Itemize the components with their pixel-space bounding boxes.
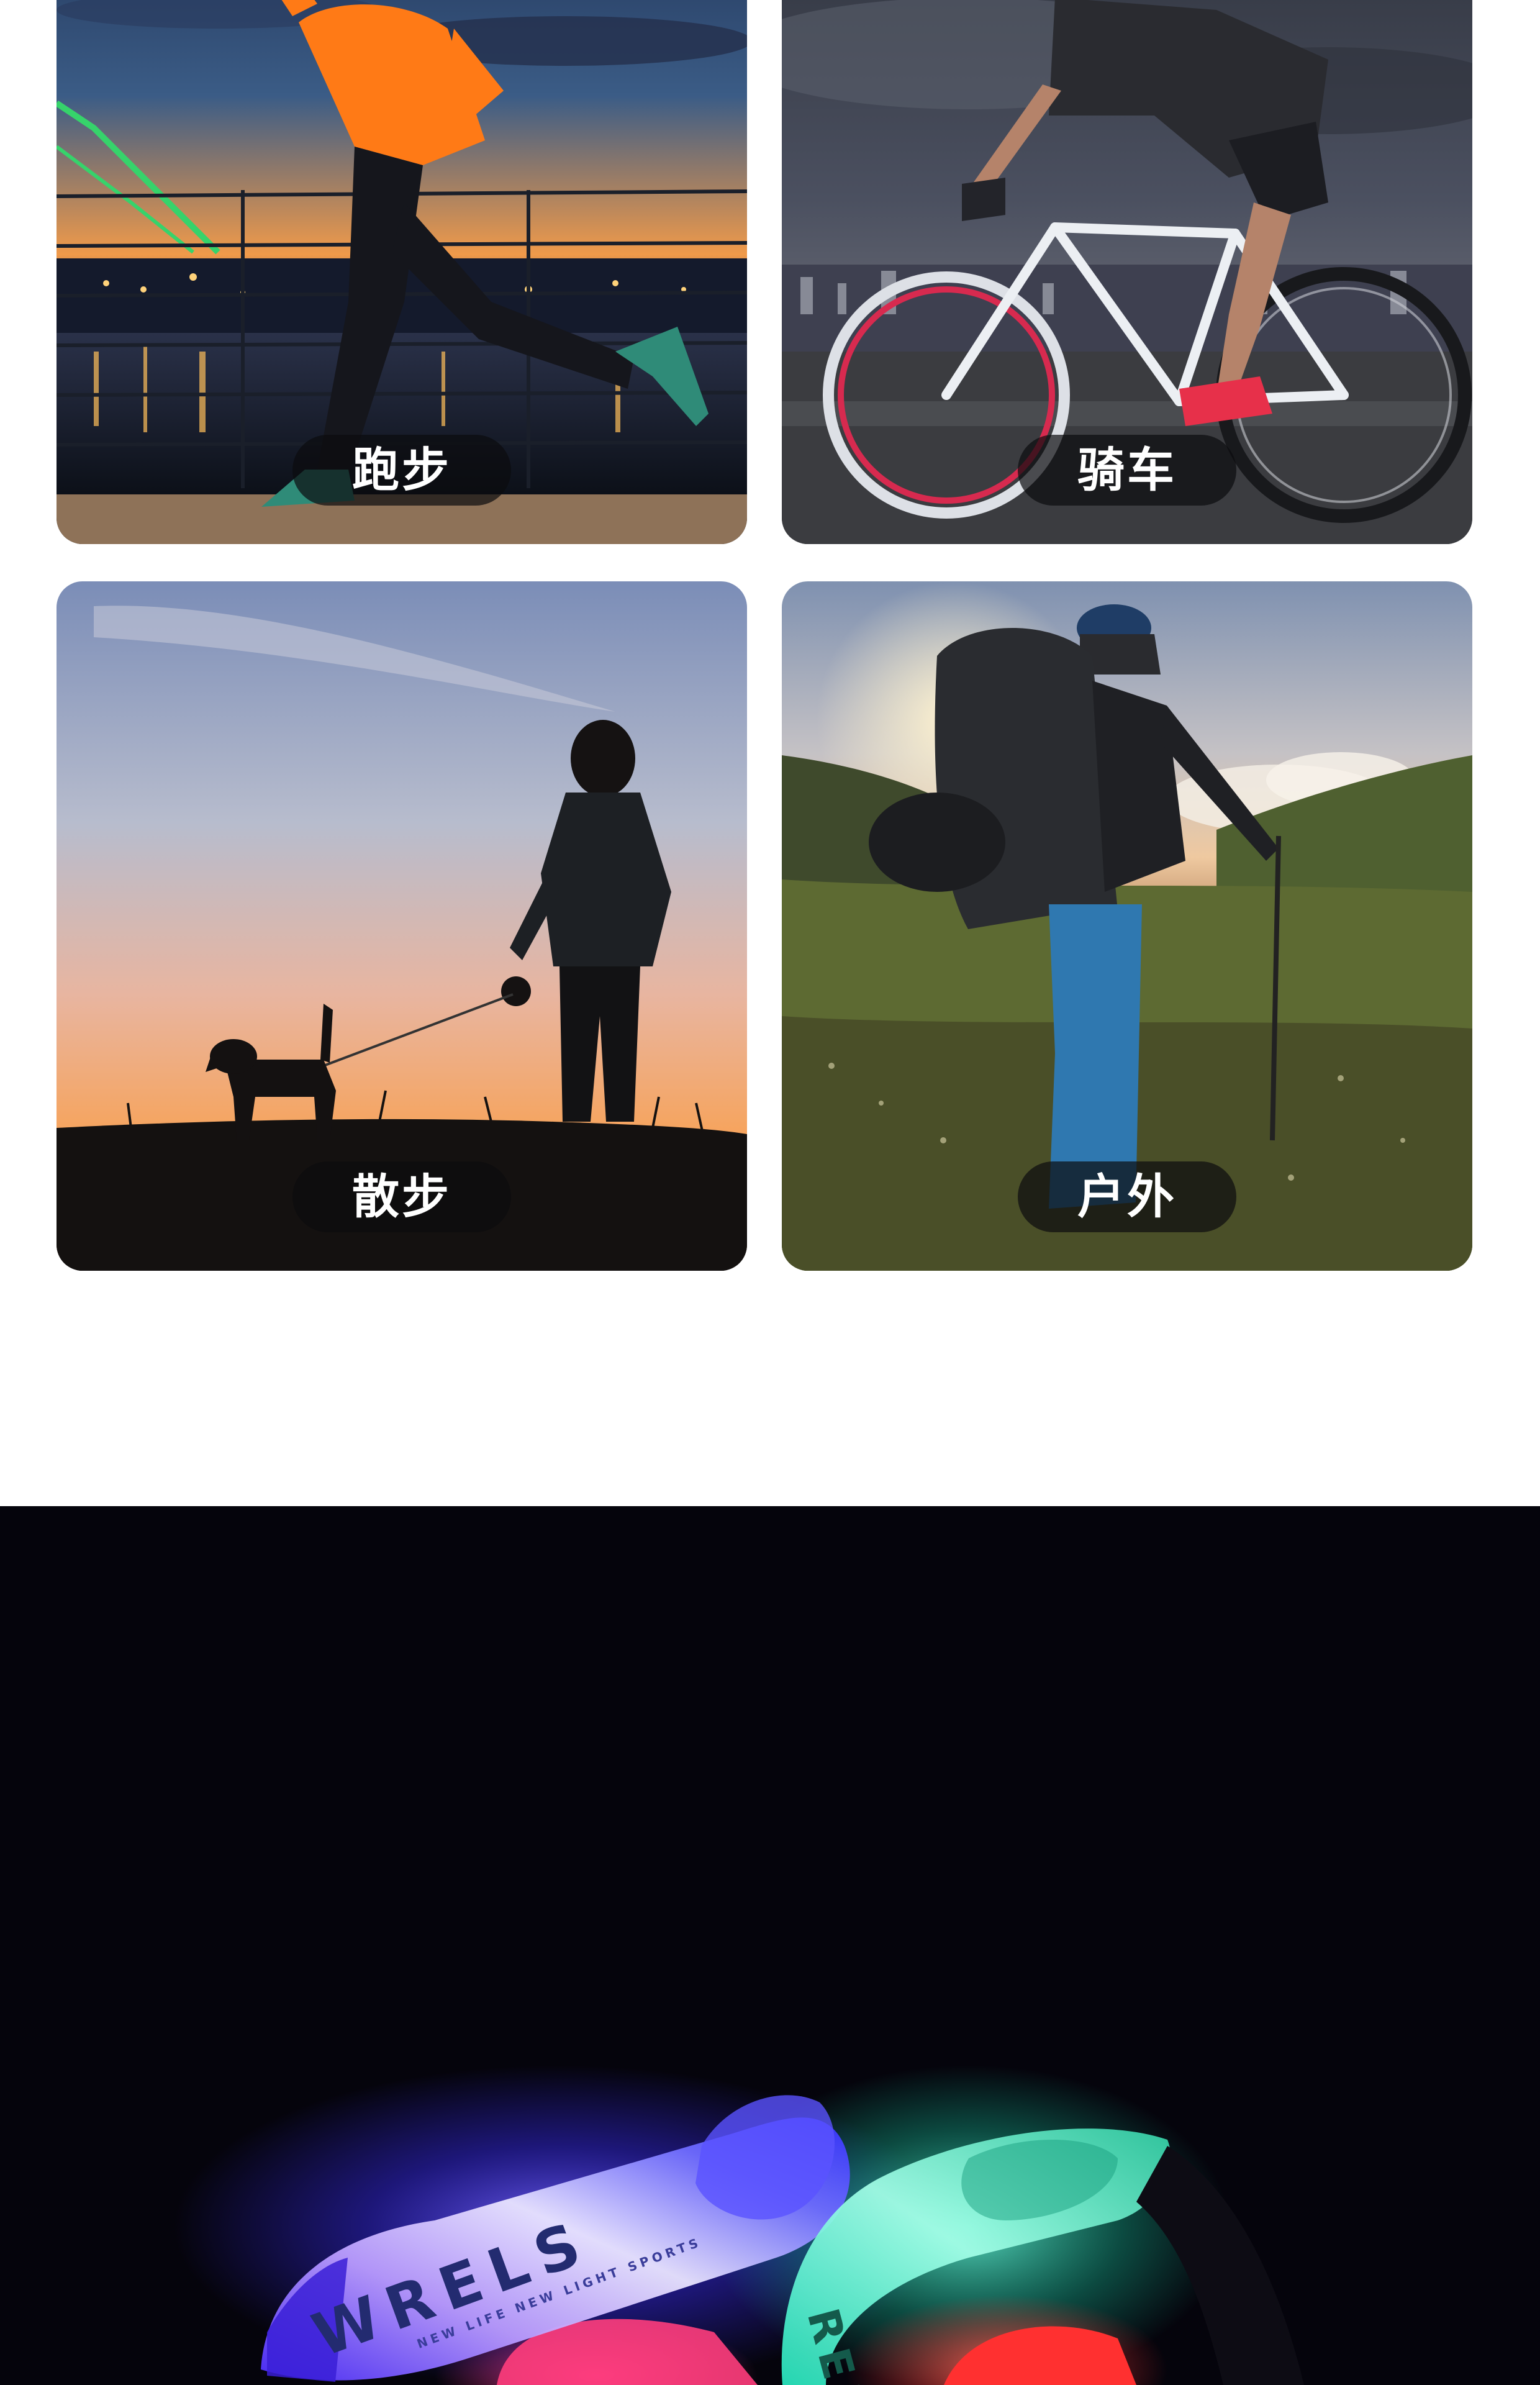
scene-label-cycling: 骑车 — [1018, 435, 1236, 506]
scene-label-running: 跑步 — [292, 435, 511, 506]
scene-label-walking: 散步 — [292, 1161, 511, 1232]
scene-card-walking[interactable]: 散步 — [57, 581, 747, 1271]
glowing-bands-photo: WRELS NEW LIFE NEW LIGHT SPORTS RELS — [0, 1506, 1540, 2385]
scene-card-running[interactable]: 跑步 — [57, 0, 747, 544]
scene-label-outdoor: 户外 — [1018, 1161, 1236, 1232]
product-glow-section: WRELS NEW LIFE NEW LIGHT SPORTS RELS — [0, 1506, 1540, 2385]
usage-scenarios-grid: 跑步 骑车 散步 户外 — [0, 0, 1540, 1506]
scene-card-outdoor[interactable]: 户外 — [782, 581, 1472, 1271]
scene-card-cycling[interactable]: 骑车 — [782, 0, 1472, 544]
